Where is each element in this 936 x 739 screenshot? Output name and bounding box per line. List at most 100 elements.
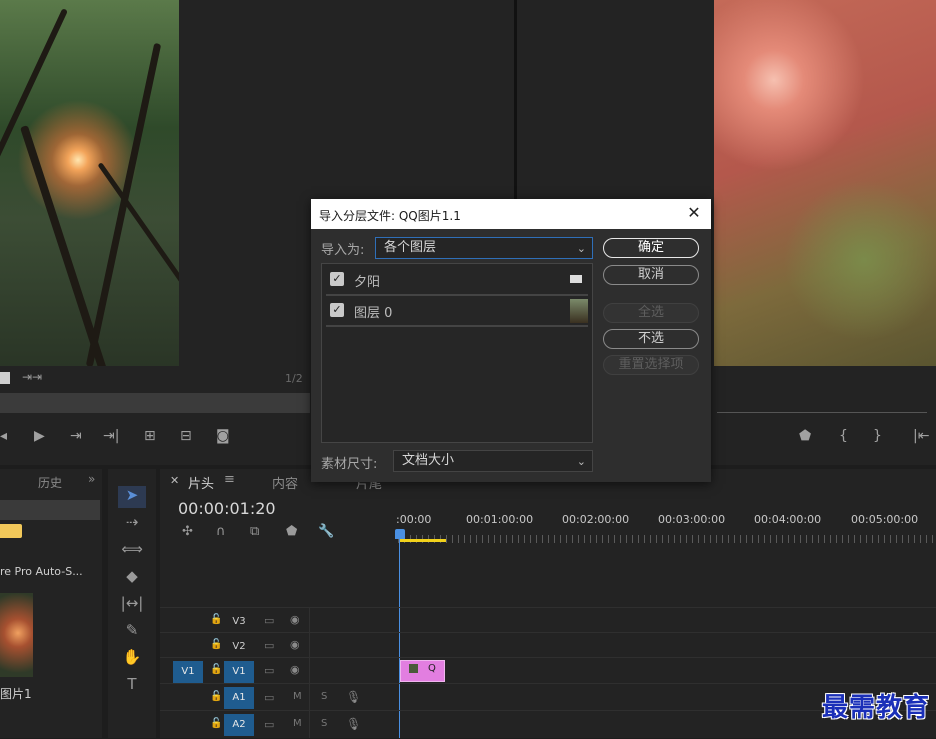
close-icon[interactable]: ✕ [685, 203, 703, 222]
lock-icon[interactable]: 🔓 [210, 639, 222, 650]
close-tab-icon[interactable]: ✕ [170, 474, 179, 487]
lock-icon[interactable]: 🔓 [210, 718, 222, 729]
mark-in-icon[interactable]: { [839, 428, 848, 444]
solo-button[interactable]: S [321, 718, 327, 729]
layer-name: 图层 0 [354, 306, 393, 321]
tools-panel: ➤ ⇢ ⟺ ◆ |↔| ✎ ✋ T [108, 469, 156, 738]
microphone-icon[interactable]: 🎙 [346, 690, 361, 704]
select-all-button[interactable]: 全选 [603, 303, 699, 323]
playhead-handle[interactable] [395, 529, 405, 539]
panel-overflow-icon[interactable]: » [88, 472, 95, 486]
go-to-in-icon[interactable]: |⇤ [913, 428, 929, 444]
insert-icon[interactable]: ⊞ [144, 428, 156, 444]
mute-button[interactable]: M [293, 691, 302, 702]
timeline-clip[interactable]: Q [400, 660, 445, 682]
mark-in-icon[interactable]: ◂ [0, 428, 7, 444]
sync-lock-icon[interactable]: ▭ [264, 718, 274, 731]
hand-tool-icon[interactable]: ✋ [118, 648, 146, 670]
ruler-label: 00:02:00:00 [562, 513, 630, 526]
sync-lock-icon[interactable]: ▭ [264, 664, 274, 677]
layer-item[interactable]: ✓ 图层 0 [326, 297, 588, 325]
layer-list: ✓ 夕阳 ✓ 图层 0 [321, 263, 593, 443]
eye-icon[interactable]: ◉ [290, 663, 300, 676]
sync-lock-icon[interactable]: ▭ [264, 639, 274, 652]
track-target-v3[interactable]: V3 [224, 612, 254, 632]
track-target-a2[interactable]: A2 [224, 714, 254, 736]
layer-checkbox[interactable]: ✓ [330, 303, 344, 317]
track-target-v2[interactable]: V2 [224, 637, 254, 657]
watermark-logo: 最需教育 [821, 693, 930, 723]
go-to-out-icon[interactable]: ⇥| [103, 428, 119, 444]
deselect-button[interactable]: 不选 [603, 329, 699, 349]
ruler-ticks[interactable] [398, 535, 936, 543]
camera-icon[interactable]: ◙ [216, 428, 230, 444]
timecode-display[interactable]: 00:00:01:20 [178, 499, 276, 518]
slip-tool-icon[interactable]: |↔| [118, 594, 146, 616]
nest-icon[interactable]: ✣ [182, 524, 193, 539]
project-item-label: re Pro Auto-S... [0, 565, 83, 578]
reset-selection-button[interactable]: 重置选择项 [603, 355, 699, 375]
solo-button[interactable]: S [321, 691, 327, 702]
eye-icon[interactable]: ◉ [290, 613, 300, 626]
lock-icon[interactable]: 🔓 [210, 614, 222, 625]
track-a2: 🔓 A2 ▭ M S 🎙 [160, 710, 936, 739]
track-a1: 🔓 A1 ▭ M S 🎙 [160, 683, 936, 711]
dialog-title: 导入分层文件: QQ图片1.1 [319, 209, 461, 223]
work-area-bar[interactable] [400, 539, 446, 542]
track-target-v1[interactable]: V1 [224, 661, 254, 683]
sync-lock-icon[interactable]: ▭ [264, 691, 274, 704]
play-button[interactable]: ▶ [34, 428, 45, 444]
pen-tool-icon[interactable]: ✎ [118, 621, 146, 643]
bin-folder-icon[interactable] [0, 524, 22, 538]
tab-sequence-intro[interactable]: 片头 [188, 473, 214, 492]
program-preview-image [714, 0, 936, 366]
source-patch-v1[interactable]: V1 [173, 661, 203, 683]
panel-menu-icon[interactable] [0, 372, 10, 384]
track-header-divider [309, 607, 310, 738]
tab-history[interactable]: 历史 [38, 474, 62, 491]
timeline-panel: ✕ 片头 ≡ 内容 片尾 00:00:01:20 ✣ ∩ ⧉ ⬟ 🔧 :00:0… [160, 469, 936, 738]
ruler-label: 00:05:00:00 [851, 513, 919, 526]
cancel-button[interactable]: 取消 [603, 265, 699, 285]
ruler-label: 00:01:00:00 [466, 513, 534, 526]
clip-label: Q [428, 663, 436, 674]
type-tool-icon[interactable]: T [118, 675, 146, 697]
ok-button[interactable]: 确定 [603, 238, 699, 258]
wrench-icon[interactable]: 🔧 [318, 524, 334, 539]
mark-out-icon[interactable]: } [873, 428, 882, 444]
selection-tool-icon[interactable]: ➤ [118, 486, 146, 508]
project-thumbnail[interactable] [0, 593, 33, 677]
project-search-bar[interactable] [0, 500, 100, 520]
source-scrub-bar[interactable] [0, 393, 310, 413]
ripple-edit-tool-icon[interactable]: ⟺ [118, 540, 146, 562]
layer-thumbnail [570, 299, 588, 323]
tab-menu-icon[interactable]: ≡ [224, 472, 235, 487]
razor-tool-icon[interactable]: ◆ [118, 567, 146, 589]
ruler-label: :00:00 [396, 513, 432, 526]
microphone-icon[interactable]: 🎙 [346, 717, 361, 731]
layer-checkbox[interactable]: ✓ [330, 272, 344, 286]
lock-icon[interactable]: 🔓 [210, 691, 222, 702]
overwrite-icon[interactable]: ⊟ [180, 428, 192, 444]
mute-button[interactable]: M [293, 718, 302, 729]
marker-icon[interactable]: ⬟ [799, 428, 811, 444]
dialog-titlebar[interactable]: 导入分层文件: QQ图片1.1 ✕ [311, 199, 711, 229]
track-target-a1[interactable]: A1 [224, 687, 254, 709]
layer-separator [326, 325, 588, 327]
lock-icon[interactable]: 🔓 [210, 664, 222, 675]
footage-size-select[interactable]: 文档大小 ⌄ [393, 450, 593, 472]
layer-name: 夕阳 [354, 275, 381, 290]
tab-sequence-content[interactable]: 内容 [272, 473, 298, 492]
layer-item[interactable]: ✓ 夕阳 [326, 266, 588, 294]
eye-icon[interactable]: ◉ [290, 638, 300, 651]
track-v2: 🔓 V2 ▭ ◉ [160, 632, 936, 658]
sync-lock-icon[interactable]: ▭ [264, 614, 274, 627]
step-forward-icon[interactable]: ⇥ [70, 428, 82, 444]
track-select-tool-icon[interactable]: ⇢ [118, 513, 146, 535]
import-as-select[interactable]: 各个图层 ⌄ [375, 237, 593, 259]
settings-arrow-icon[interactable]: ⇥⇥ [22, 370, 42, 384]
linked-selection-icon[interactable]: ⧉ [250, 524, 259, 539]
snap-icon[interactable]: ∩ [216, 524, 226, 539]
project-thumbnail-label: 图片1 [0, 687, 32, 701]
add-marker-icon[interactable]: ⬟ [286, 524, 297, 539]
